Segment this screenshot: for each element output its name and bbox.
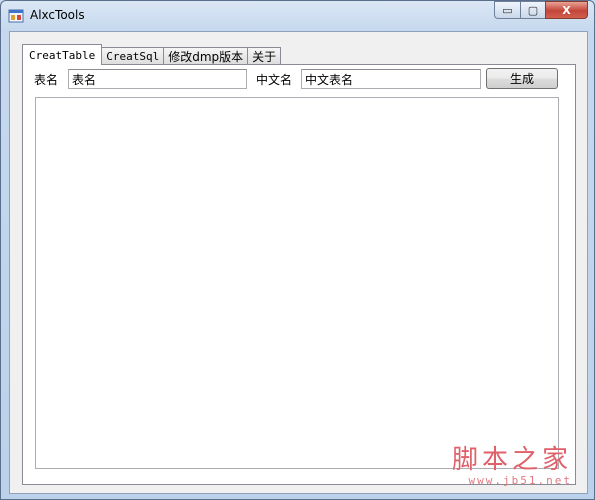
app-window-icon — [8, 9, 24, 23]
tab-creatsql[interactable]: CreatSql — [101, 47, 165, 65]
tab-creattable[interactable]: CreatTable — [22, 44, 103, 65]
maximize-button[interactable]: ▢ — [520, 1, 545, 19]
client-area: CreatTable CreatSql 修改dmp版本 关于 表名 中文名 生成 — [9, 31, 588, 494]
generate-button[interactable]: 生成 — [486, 68, 558, 89]
minimize-button[interactable]: ▭ — [494, 1, 520, 19]
close-button[interactable]: X — [545, 1, 588, 19]
maximize-icon: ▢ — [527, 3, 539, 17]
watermark-url: www.jb51.net — [468, 474, 572, 487]
tab-about[interactable]: 关于 — [247, 47, 282, 65]
watermark-main: 脚本之家 — [451, 445, 572, 475]
table-name-input[interactable] — [68, 69, 247, 89]
output-textarea[interactable] — [35, 97, 559, 469]
tab-modify-dmp-version[interactable]: 修改dmp版本 — [163, 47, 249, 65]
close-icon: X — [562, 3, 571, 17]
cn-name-input[interactable] — [301, 69, 481, 89]
tab-strip: CreatTable CreatSql 修改dmp版本 关于 — [22, 44, 282, 65]
table-name-label: 表名 — [34, 73, 59, 87]
caption-buttons: ▭ ▢ X — [494, 1, 588, 21]
app-window: AlxcTools ▭ ▢ X CreatTable CreatSql 修改dm… — [0, 0, 595, 500]
tab-panel-creattable: 表名 中文名 生成 — [22, 64, 576, 485]
cn-name-label: 中文名 — [256, 73, 293, 87]
window-title: AlxcTools — [30, 8, 85, 22]
minimize-icon: ▭ — [502, 3, 513, 17]
site-watermark: 脚本之家 www.jb51.net — [452, 446, 572, 487]
title-bar[interactable]: AlxcTools ▭ ▢ X — [1, 1, 594, 31]
